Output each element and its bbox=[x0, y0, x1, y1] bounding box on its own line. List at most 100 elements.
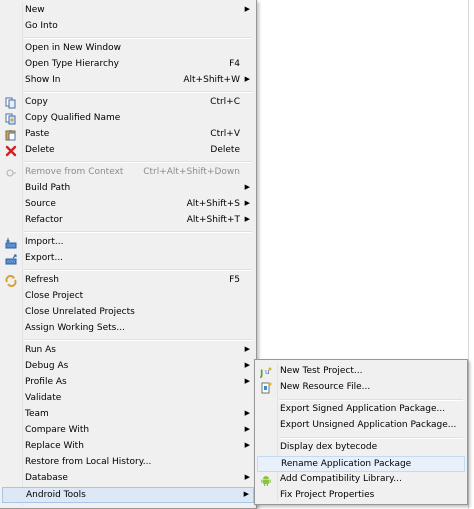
menu-label: Open Type Hierarchy bbox=[25, 59, 119, 69]
submenu-arrow-icon: ▶ bbox=[244, 441, 250, 449]
menu-item-refresh[interactable]: Refresh F5 bbox=[2, 273, 254, 289]
menu-item-database[interactable]: Database ▶ bbox=[2, 471, 254, 487]
svg-text:J: J bbox=[260, 369, 263, 378]
android-icon bbox=[261, 476, 271, 486]
refresh-icon bbox=[5, 275, 17, 287]
menu-label: Export Unsigned Application Package... bbox=[280, 420, 457, 430]
menu-label: Add Compatibility Library... bbox=[280, 474, 402, 484]
menu-shortcut: Delete bbox=[210, 145, 240, 155]
menu-label: Refresh bbox=[25, 275, 59, 285]
menu-shortcut: F5 bbox=[229, 275, 240, 285]
import-icon bbox=[5, 238, 17, 249]
menu-shortcut: Ctrl+Alt+Shift+Down bbox=[143, 167, 240, 177]
menu-label: Profile As bbox=[25, 377, 67, 387]
menu-label: Build Path bbox=[25, 183, 71, 193]
menu-item-show-in[interactable]: Show In Alt+Shift+W ▶ bbox=[2, 73, 254, 89]
menu-item-assign-working-sets[interactable]: Assign Working Sets... bbox=[2, 321, 254, 337]
menu-label: Go Into bbox=[25, 21, 58, 31]
editor-divider bbox=[468, 0, 469, 509]
copy-qualified-icon bbox=[5, 113, 16, 125]
menu-label: Android Tools bbox=[26, 490, 86, 500]
menu-item-delete[interactable]: Delete Delete bbox=[2, 143, 254, 159]
menu-label: Import... bbox=[25, 237, 64, 247]
submenu-arrow-icon: ▶ bbox=[244, 75, 250, 83]
submenu-item-new-resource-file[interactable]: New Resource File... bbox=[257, 380, 465, 396]
menu-item-replace-with[interactable]: Replace With ▶ bbox=[2, 439, 254, 455]
menu-item-debug-as[interactable]: Debug As ▶ bbox=[2, 359, 254, 375]
menu-shortcut: Ctrl+C bbox=[210, 97, 240, 107]
menu-item-open-type-hierarchy[interactable]: Open Type Hierarchy F4 bbox=[2, 57, 254, 73]
menu-label: Refactor bbox=[25, 215, 63, 225]
menu-item-paste[interactable]: Paste Ctrl+V bbox=[2, 127, 254, 143]
menu-shortcut: Alt+Shift+W bbox=[183, 75, 240, 85]
menu-label: New bbox=[25, 5, 45, 15]
submenu-arrow-icon: ▶ bbox=[243, 490, 249, 498]
submenu-arrow-icon: ▶ bbox=[244, 345, 250, 353]
menu-label: Run As bbox=[25, 345, 56, 355]
menu-item-source[interactable]: Source Alt+Shift+S ▶ bbox=[2, 197, 254, 213]
menu-separator bbox=[24, 161, 252, 163]
menu-shortcut: F4 bbox=[229, 59, 240, 69]
menu-label: Database bbox=[25, 473, 68, 483]
menu-item-refactor[interactable]: Refactor Alt+Shift+T ▶ bbox=[2, 213, 254, 229]
menu-separator bbox=[24, 339, 252, 341]
menu-label: Copy bbox=[25, 97, 48, 107]
menu-label: New Resource File... bbox=[280, 382, 371, 392]
delete-icon bbox=[5, 145, 17, 157]
menu-label: Copy Qualified Name bbox=[25, 113, 121, 123]
menu-item-run-as[interactable]: Run As ▶ bbox=[2, 343, 254, 359]
menu-label: Team bbox=[25, 409, 49, 419]
menu-item-restore-from-local-history[interactable]: Restore from Local History... bbox=[2, 455, 254, 471]
menu-item-import[interactable]: Import... bbox=[2, 235, 254, 251]
menu-shortcut: Alt+Shift+S bbox=[186, 199, 240, 209]
submenu-item-new-test-project[interactable]: J u New Test Project... bbox=[257, 364, 465, 380]
submenu-item-export-signed-package[interactable]: Export Signed Application Package... bbox=[257, 402, 465, 418]
menu-item-go-into[interactable]: Go Into bbox=[2, 19, 254, 35]
submenu-item-fix-project-properties[interactable]: Fix Project Properties bbox=[257, 488, 465, 504]
menu-item-remove-from-context[interactable]: Remove from Context Ctrl+Alt+Shift+Down bbox=[2, 165, 254, 181]
submenu-item-export-unsigned-package[interactable]: Export Unsigned Application Package... bbox=[257, 418, 465, 434]
menu-label: Assign Working Sets... bbox=[25, 323, 125, 333]
menu-item-build-path[interactable]: Build Path ▶ bbox=[2, 181, 254, 197]
menu-item-close-unrelated-projects[interactable]: Close Unrelated Projects bbox=[2, 305, 254, 321]
submenu-item-display-dex-bytecode[interactable]: Display dex bytecode bbox=[257, 440, 465, 456]
menu-item-new[interactable]: New ▶ bbox=[2, 3, 254, 19]
menu-label: Show In bbox=[25, 75, 61, 85]
menu-separator bbox=[279, 399, 463, 401]
menu-shortcut: Alt+Shift+T bbox=[186, 215, 240, 225]
menu-item-android-tools[interactable]: Android Tools ▶ bbox=[2, 487, 254, 503]
menu-label: Delete bbox=[25, 145, 55, 155]
menu-label: Open in New Window bbox=[25, 43, 121, 53]
menu-item-team[interactable]: Team ▶ bbox=[2, 407, 254, 423]
menu-label: Close Project bbox=[25, 291, 84, 301]
menu-label: Export Signed Application Package... bbox=[280, 404, 446, 414]
menu-separator bbox=[24, 231, 252, 233]
menu-label: Source bbox=[25, 199, 56, 209]
menu-shortcut: Ctrl+V bbox=[210, 129, 240, 139]
paste-icon bbox=[5, 130, 16, 141]
menu-label: New Test Project... bbox=[280, 366, 363, 376]
menu-label: Validate bbox=[25, 393, 62, 403]
menu-item-export[interactable]: Export... bbox=[2, 251, 254, 267]
menu-separator bbox=[279, 437, 463, 439]
menu-item-compare-with[interactable]: Compare With ▶ bbox=[2, 423, 254, 439]
menu-item-profile-as[interactable]: Profile As ▶ bbox=[2, 375, 254, 391]
remove-context-icon bbox=[6, 169, 16, 177]
submenu-arrow-icon: ▶ bbox=[244, 425, 250, 433]
menu-label: Rename Application Package bbox=[281, 459, 412, 469]
submenu-item-add-compatibility-library[interactable]: Add Compatibility Library... bbox=[257, 472, 465, 488]
menu-item-validate[interactable]: Validate bbox=[2, 391, 254, 407]
submenu-item-rename-application-package[interactable]: Rename Application Package bbox=[257, 456, 465, 472]
submenu-arrow-icon: ▶ bbox=[244, 183, 250, 191]
submenu-arrow-icon: ▶ bbox=[244, 377, 250, 385]
menu-label: Compare With bbox=[25, 425, 90, 435]
menu-item-close-project[interactable]: Close Project bbox=[2, 289, 254, 305]
menu-label: Display dex bytecode bbox=[280, 442, 378, 452]
submenu-arrow-icon: ▶ bbox=[244, 473, 250, 481]
menu-label: Paste bbox=[25, 129, 50, 139]
menu-item-copy[interactable]: Copy Ctrl+C bbox=[2, 95, 254, 111]
menu-item-copy-qualified-name[interactable]: Copy Qualified Name bbox=[2, 111, 254, 127]
android-tools-submenu: J u New Test Project... New Resource Fil… bbox=[254, 359, 468, 505]
menu-item-open-in-new-window[interactable]: Open in New Window bbox=[2, 41, 254, 57]
submenu-arrow-icon: ▶ bbox=[244, 361, 250, 369]
